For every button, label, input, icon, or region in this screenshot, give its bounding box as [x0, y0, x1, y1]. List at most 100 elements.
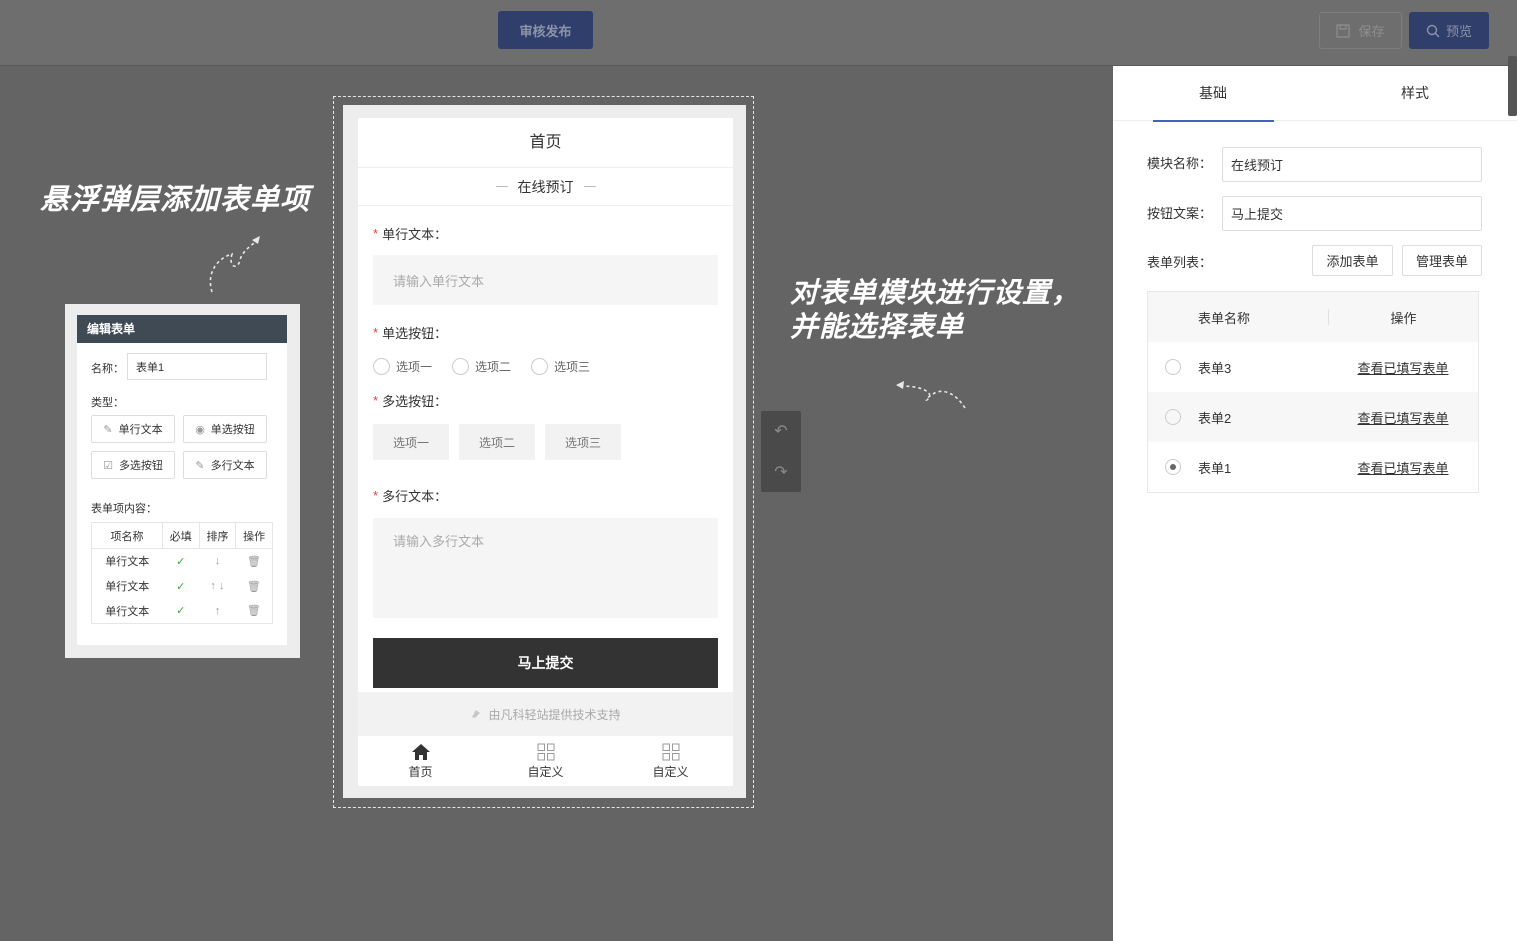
sort-arrows[interactable]: ↓: [199, 549, 236, 574]
view-filled-form-link[interactable]: 查看已填写表单: [1357, 461, 1448, 476]
edit-content-label: 表单项内容：: [91, 503, 157, 515]
type-option-checkbox[interactable]: ☑ 多选按钮: [91, 451, 175, 479]
table-header-row: 项名称 必填 排序 操作: [91, 522, 273, 549]
tab-custom-1[interactable]: 自定义: [483, 736, 608, 786]
checkbox-option[interactable]: 选项三: [545, 424, 621, 460]
trash-icon[interactable]: 🗑: [236, 599, 273, 624]
single-text-label: * 单行文本：: [373, 224, 718, 243]
module-name-label: 模块名称：: [1147, 156, 1213, 171]
review-publish-button[interactable]: 审核发布: [498, 11, 593, 49]
save-icon: [1336, 23, 1351, 38]
manage-form-button[interactable]: 管理表单: [1402, 245, 1482, 276]
search-icon: [1426, 24, 1440, 37]
field-label: 多选按钮：: [382, 394, 448, 409]
type-option-single-text[interactable]: ✎ 单行文本: [91, 415, 175, 443]
required-mark: *: [373, 488, 379, 503]
checkbox-group: 选项一 选项二 选项三: [373, 424, 718, 460]
annotation-right-line2: 并能选择表单: [790, 310, 965, 343]
save-button[interactable]: 保存: [1319, 12, 1402, 49]
checkbox-option[interactable]: 选项一: [373, 424, 449, 460]
checkbox-option[interactable]: 选项二: [459, 424, 535, 460]
radio-circle-icon: [452, 358, 470, 375]
table-header-row: 表单名称 操作: [1148, 292, 1478, 342]
button-text-label: 按钮文案：: [1147, 206, 1213, 221]
form-list-table: 表单名称 操作 表单3 查看已填写表单 表单2 查看已填写表单 表单1 查看已填…: [1147, 291, 1479, 493]
type-option-multi-text[interactable]: ✎ 多行文本: [183, 451, 267, 479]
trash-icon[interactable]: 🗑: [236, 574, 273, 599]
table-row: 单行文本 ✓ ↑ 🗑: [92, 599, 273, 624]
module-name-input[interactable]: 在线预订: [1222, 147, 1482, 182]
support-footer: 由凡科轻站提供技术支持: [358, 692, 733, 736]
type-option-radio[interactable]: ◉ 单选按钮: [183, 415, 267, 443]
single-text-input[interactable]: 请输入单行文本: [373, 255, 718, 305]
col-action: 操作: [1390, 310, 1417, 326]
radio-circle-icon[interactable]: [1165, 359, 1181, 375]
radio-circle-icon[interactable]: [1165, 409, 1181, 425]
checkbox-icon: ☑: [103, 459, 113, 472]
home-icon: [411, 743, 430, 760]
radio-icon: ◉: [195, 423, 205, 436]
edit-name-input[interactable]: 表单1: [127, 353, 267, 380]
button-text-input[interactable]: 马上提交: [1222, 196, 1482, 231]
form-list-label: 表单列表：: [1147, 255, 1213, 270]
annotation-right-line1: 对表单模块进行设置，: [790, 276, 1081, 309]
item-name: 单行文本: [105, 556, 150, 569]
edit-form-panel: 编辑表单 名称： 表单1 类型： ✎ 单行文本 ◉ 单选按钮 ☑ 多选按钮 ✎ …: [77, 315, 287, 645]
scrollbar-handle[interactable]: [1508, 56, 1517, 116]
grid-icon: [537, 743, 554, 760]
check-icon[interactable]: ✓: [162, 574, 199, 599]
tab-home[interactable]: 首页: [358, 736, 483, 786]
module-title-bar[interactable]: 在线预订: [358, 168, 733, 206]
type-option-label: 单行文本: [118, 424, 163, 436]
trash-icon[interactable]: 🗑: [236, 549, 273, 574]
support-text: 由凡科轻站提供技术支持: [488, 707, 621, 722]
sort-arrows[interactable]: ↑ ↓: [199, 574, 236, 599]
radio-circle-icon: [373, 358, 390, 375]
radio-circle-icon: [531, 358, 549, 375]
tab-custom-2[interactable]: 自定义: [608, 736, 733, 786]
view-filled-form-link[interactable]: 查看已填写表单: [1357, 411, 1448, 426]
view-filled-form-link[interactable]: 查看已填写表单: [1357, 361, 1448, 376]
check-icon[interactable]: ✓: [162, 549, 199, 574]
type-option-label: 多选按钮: [118, 460, 163, 472]
title-dash: [583, 186, 596, 187]
multi-text-input[interactable]: 请输入多行文本: [373, 518, 718, 618]
item-name: 单行文本: [105, 581, 150, 593]
tab-style[interactable]: 样式: [1355, 66, 1475, 121]
radio-option[interactable]: 选项二: [452, 358, 511, 375]
form-items-table: 项名称 必填 排序 操作 单行文本 ✓ ↓ 🗑 单行文本 ✓ ↑ ↓ 🗑 单行文…: [91, 522, 273, 624]
field-label: 单行文本：: [382, 227, 448, 242]
required-mark: *: [373, 226, 379, 241]
radio-option[interactable]: 选项一: [373, 358, 432, 375]
required-mark: *: [373, 325, 379, 340]
field-label: 多行文本：: [382, 489, 448, 504]
check-icon[interactable]: ✓: [162, 599, 199, 624]
type-option-label: 单选按钮: [210, 424, 255, 436]
edit-text-icon: ✎: [195, 459, 205, 472]
grid-icon: [662, 743, 679, 760]
radio-option[interactable]: 选项三: [531, 358, 590, 375]
tab-basic[interactable]: 基础: [1153, 66, 1274, 122]
submit-button[interactable]: 马上提交: [373, 638, 718, 688]
tab-label: 自定义: [527, 764, 564, 779]
multi-text-label: * 多行文本：: [373, 486, 718, 505]
edit-name-label: 名称：: [91, 363, 124, 375]
table-row: 单行文本 ✓ ↑ ↓ 🗑: [92, 574, 273, 599]
redo-icon[interactable]: ↷: [774, 462, 787, 482]
preview-button[interactable]: 预览: [1409, 12, 1489, 49]
tab-label: 自定义: [652, 764, 689, 779]
radio-option-label: 选项二: [475, 360, 512, 374]
sort-arrows[interactable]: ↑: [199, 599, 236, 624]
page-title: 首页: [358, 118, 733, 168]
title-dash: [495, 186, 508, 187]
add-form-button[interactable]: 添加表单: [1312, 245, 1393, 276]
annotation-left: 悬浮弹层添加表单项: [40, 182, 311, 216]
undo-icon[interactable]: ↶: [774, 421, 787, 441]
module-title: 在线预订: [517, 178, 574, 195]
form-name: 表单3: [1198, 360, 1232, 376]
radio-selected-icon[interactable]: [1165, 459, 1181, 475]
undo-redo-panel: ↶ ↷: [761, 411, 801, 492]
col-form-name: 表单名称: [1198, 310, 1251, 326]
checkbox-label: * 多选按钮：: [373, 391, 718, 410]
radio-group: 选项一 选项二 选项三: [373, 358, 718, 375]
